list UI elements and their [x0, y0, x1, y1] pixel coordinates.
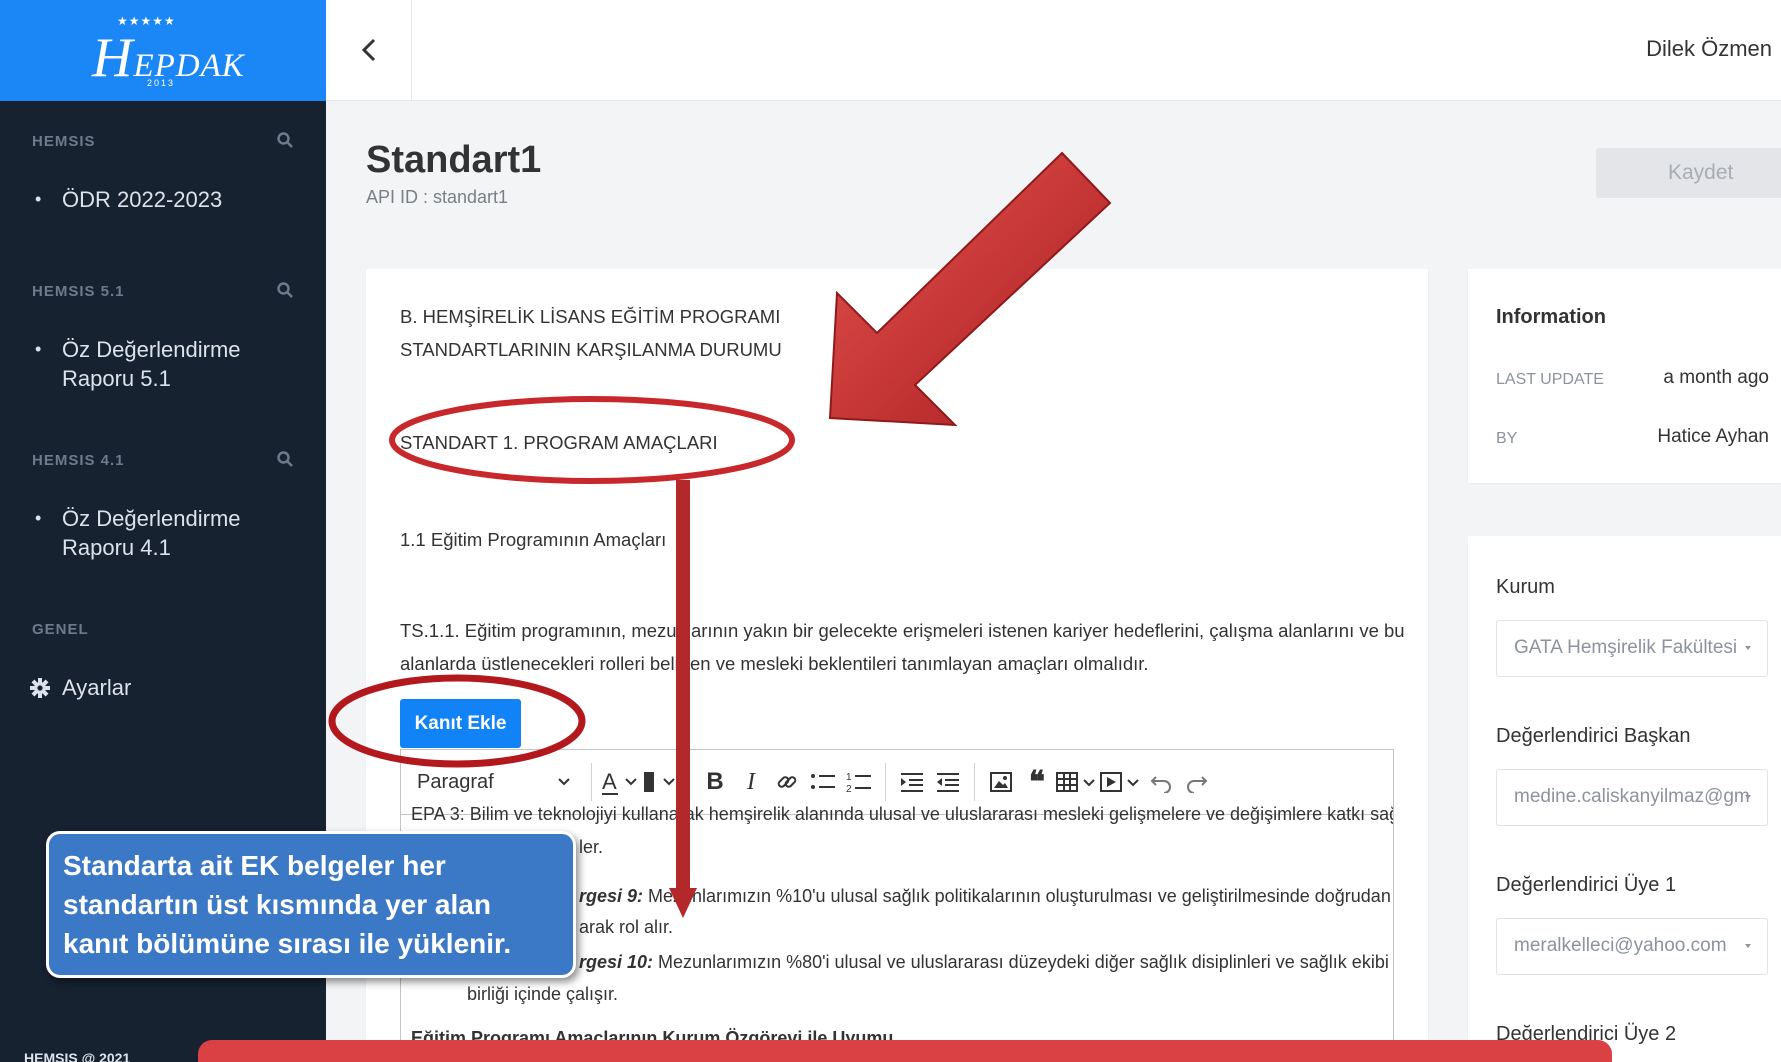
user-menu[interactable]: Dilek Özmen	[1646, 36, 1772, 62]
paragraph-select[interactable]: Paragraf	[401, 771, 583, 794]
sidebar-footer: HEMSIS @ 2021	[24, 1050, 131, 1062]
chevron-left-icon	[361, 38, 375, 62]
font-color-icon: A	[602, 769, 637, 795]
undo-icon	[1150, 776, 1171, 793]
subsection-title: 1.1 Eğitim Programının Amaçları	[400, 529, 667, 550]
sidebar-section-hemsis: HEMSIS	[32, 131, 294, 150]
editor-line: rgesi 9: Mezunlarımızın %10'u ulusal sağ…	[579, 886, 1391, 906]
red-banner-annotation	[198, 1040, 1612, 1062]
indent-icon	[901, 773, 923, 792]
kurum-select[interactable]: GATA Hemşirelik Fakültesi	[1496, 620, 1768, 677]
blockquote-button[interactable]: ❝	[1019, 762, 1055, 802]
table-icon	[1056, 772, 1095, 792]
information-panel: Information LAST UPDATE a month ago BY H…	[1468, 269, 1781, 483]
highlight-button[interactable]	[640, 762, 680, 802]
numbered-list-button[interactable]: 12	[841, 762, 877, 802]
chevron-down-icon	[1745, 944, 1751, 948]
chevron-down-icon	[1745, 795, 1751, 799]
chevron-down-icon	[558, 778, 570, 786]
outdent-icon	[937, 773, 959, 792]
editor-line: birliği içinde çalışır.	[467, 984, 619, 1004]
editor-line: arak rol alır.	[579, 917, 674, 937]
last-update-label: LAST UPDATE	[1496, 371, 1604, 388]
italic-icon: I	[747, 768, 755, 795]
redo-button[interactable]	[1179, 762, 1215, 802]
link-button[interactable]	[769, 762, 805, 802]
chevron-down-icon	[1745, 646, 1751, 650]
quote-icon: ❝	[1028, 765, 1046, 799]
sidebar-item-oz-degerlendirme-5-1[interactable]: • Öz Değerlendirme Raporu 5.1	[30, 335, 300, 393]
redo-icon	[1187, 776, 1208, 793]
svg-text:2: 2	[846, 784, 852, 794]
bold-button[interactable]: B	[697, 762, 733, 802]
gear-icon	[30, 673, 62, 705]
toolbar-divider	[688, 763, 689, 801]
baskan-select[interactable]: medine.caliskanyilmaz@gm	[1496, 769, 1768, 826]
font-color-button[interactable]: A	[600, 762, 640, 802]
brand-header[interactable]: ★★★★★ HEPDAK 2013	[0, 0, 326, 101]
search-icon[interactable]	[276, 131, 294, 149]
search-icon[interactable]	[276, 281, 294, 299]
numbered-list-icon: 12	[846, 772, 871, 794]
sidebar-section-hemsis-4-1: HEMSIS 4.1	[32, 450, 294, 469]
link-icon	[777, 776, 797, 788]
editor-line: rgesi 10: Mezunlarımızın %80'i ulusal ve…	[579, 952, 1394, 972]
bullet-icon: •	[35, 339, 42, 359]
logo-year: 2013	[147, 78, 176, 88]
bold-icon: B	[706, 768, 724, 795]
editor-line: EPA 3: Bilim ve teknolojiyi kullanarak h…	[411, 804, 1394, 824]
sidebar-section-hemsis-5-1: HEMSIS 5.1	[32, 281, 294, 300]
standard-title: STANDART 1. PROGRAM AMAÇLARI	[400, 432, 718, 453]
back-button[interactable]	[326, 0, 412, 100]
by-value: Hatice Ayhan	[1657, 426, 1769, 447]
svg-text:A: A	[602, 769, 617, 794]
info-callout: Standarta ait EK belgeler her standartın…	[46, 831, 576, 978]
assignment-panel: Kurum GATA Hemşirelik Fakültesi Değerlen…	[1468, 536, 1781, 1062]
bullet-icon: •	[35, 508, 42, 528]
uye1-select[interactable]: meralkelleci@yahoo.com	[1496, 918, 1768, 975]
top-bar: Dilek Özmen	[326, 0, 1781, 101]
bulleted-list-icon	[811, 774, 835, 789]
save-button[interactable]: Kaydet	[1596, 148, 1781, 198]
toolbar-divider	[885, 763, 886, 801]
section-heading-line2: STANDARTLARININ KARŞILANMA DURUMU	[400, 339, 782, 360]
italic-button[interactable]: I	[733, 762, 769, 802]
toolbar-divider	[974, 763, 975, 801]
information-title: Information	[1496, 306, 1606, 328]
uye1-label: Değerlendirici Üye 1	[1496, 874, 1677, 896]
editor-line: ler.	[579, 837, 604, 857]
toolbar-divider	[591, 763, 592, 801]
section-heading-line1: B. HEMŞİRELİK LİSANS EĞİTİM PROGRAMI	[400, 306, 781, 327]
baskan-label: Değerlendirici Başkan	[1496, 725, 1691, 747]
ts-text-line1: TS.1.1. Eğitim programının, mezunlarının…	[400, 620, 1405, 641]
page-title: Standart1	[366, 139, 542, 181]
bullet-icon: •	[35, 189, 42, 209]
ts-text-line2: alanlarda üstlenecekleri rolleri belirte…	[400, 653, 1149, 674]
sidebar-item-ayarlar[interactable]: Ayarlar	[30, 673, 300, 705]
bulleted-list-button[interactable]	[805, 762, 841, 802]
indent-button[interactable]	[894, 762, 930, 802]
sidebar-section-genel: GENEL	[32, 621, 89, 638]
kurum-label: Kurum	[1496, 576, 1555, 598]
insert-media-button[interactable]	[1099, 762, 1143, 802]
insert-table-button[interactable]	[1055, 762, 1099, 802]
insert-image-button[interactable]	[983, 762, 1019, 802]
last-update-value: a month ago	[1663, 367, 1769, 388]
search-icon[interactable]	[276, 450, 294, 468]
media-icon	[1100, 772, 1139, 792]
sidebar-item-oz-degerlendirme-4-1[interactable]: • Öz Değerlendirme Raporu 4.1	[30, 504, 300, 562]
svg-text:1: 1	[846, 772, 852, 783]
add-evidence-button[interactable]: Kanıt Ekle	[400, 699, 521, 748]
api-id: API ID : standart1	[366, 187, 509, 207]
sidebar-item-odr-2022[interactable]: • ÖDR 2022-2023	[30, 185, 300, 214]
undo-button[interactable]	[1143, 762, 1179, 802]
highlight-icon	[644, 772, 675, 792]
image-icon	[990, 772, 1012, 792]
by-label: BY	[1496, 430, 1518, 447]
outdent-button[interactable]	[930, 762, 966, 802]
